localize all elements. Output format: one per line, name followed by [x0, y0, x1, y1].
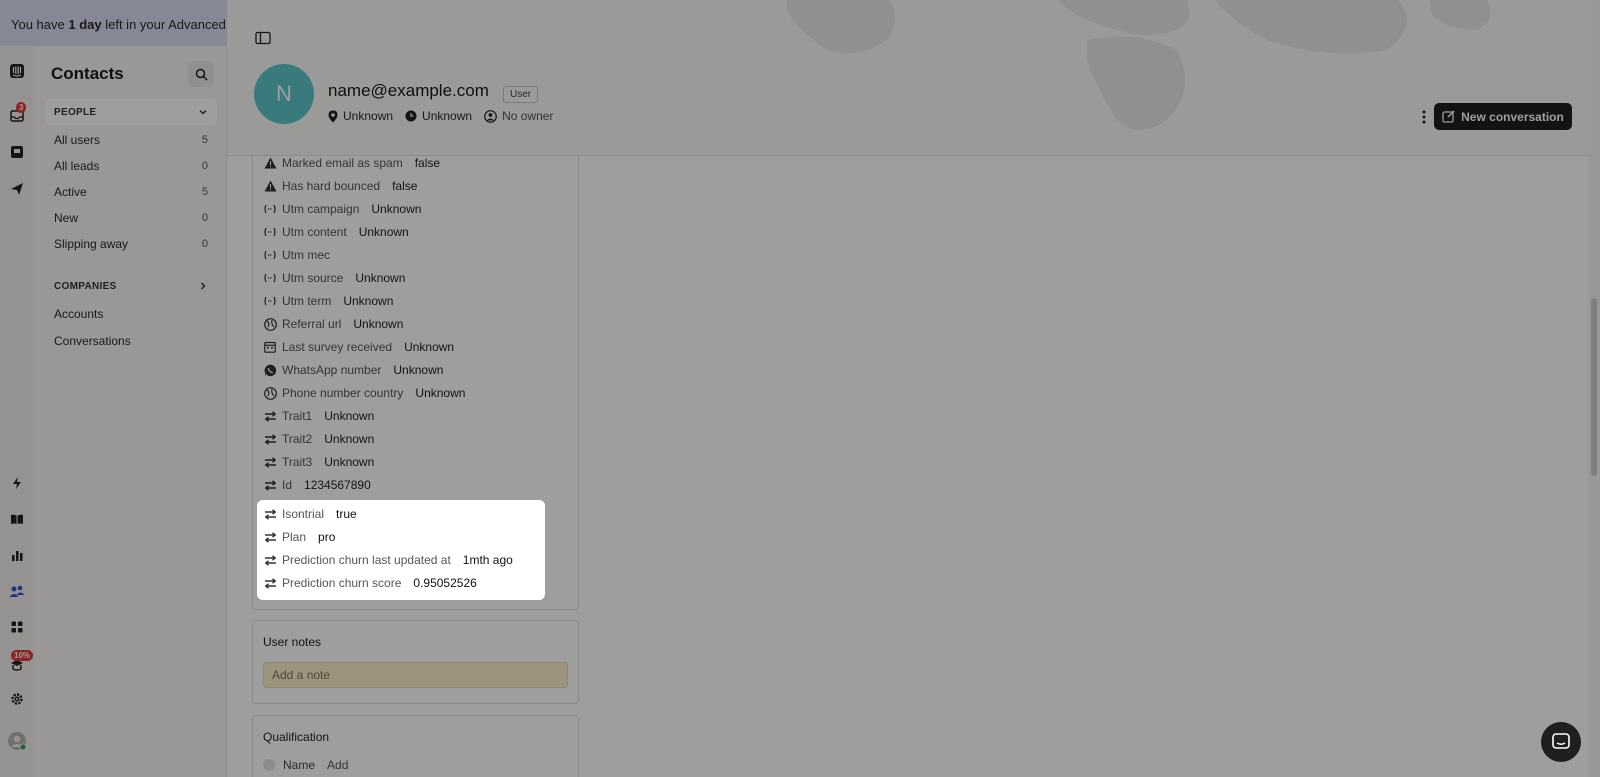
- custom-attribute-icon: [263, 530, 277, 544]
- attribute-row[interactable]: Prediction churn last updated at 1mth ago: [263, 550, 513, 570]
- attribute-value: 0.95052526: [413, 576, 477, 590]
- attribute-row[interactable]: Isontrial true: [263, 504, 357, 524]
- messenger-launcher[interactable]: [1541, 722, 1581, 762]
- attribute-value: 1mth ago: [462, 553, 513, 567]
- attribute-row[interactable]: Plan pro: [263, 527, 335, 547]
- chat-icon: [1552, 733, 1570, 749]
- attribute-label: Prediction churn score: [282, 576, 402, 590]
- custom-attribute-icon: [263, 576, 277, 590]
- dim-overlay: [0, 0, 1600, 777]
- attribute-label: Isontrial: [282, 507, 325, 521]
- attribute-value: true: [336, 507, 357, 521]
- attribute-label: Plan: [282, 530, 307, 544]
- custom-attribute-icon: [263, 553, 277, 567]
- attribute-label: Prediction churn last updated at: [282, 553, 451, 567]
- custom-attribute-icon: [263, 507, 277, 521]
- attribute-value: pro: [318, 530, 336, 544]
- attribute-row[interactable]: Prediction churn score 0.95052526: [263, 573, 477, 593]
- highlighted-attributes: Isontrial true Plan pro Prediction churn l…: [257, 500, 545, 600]
